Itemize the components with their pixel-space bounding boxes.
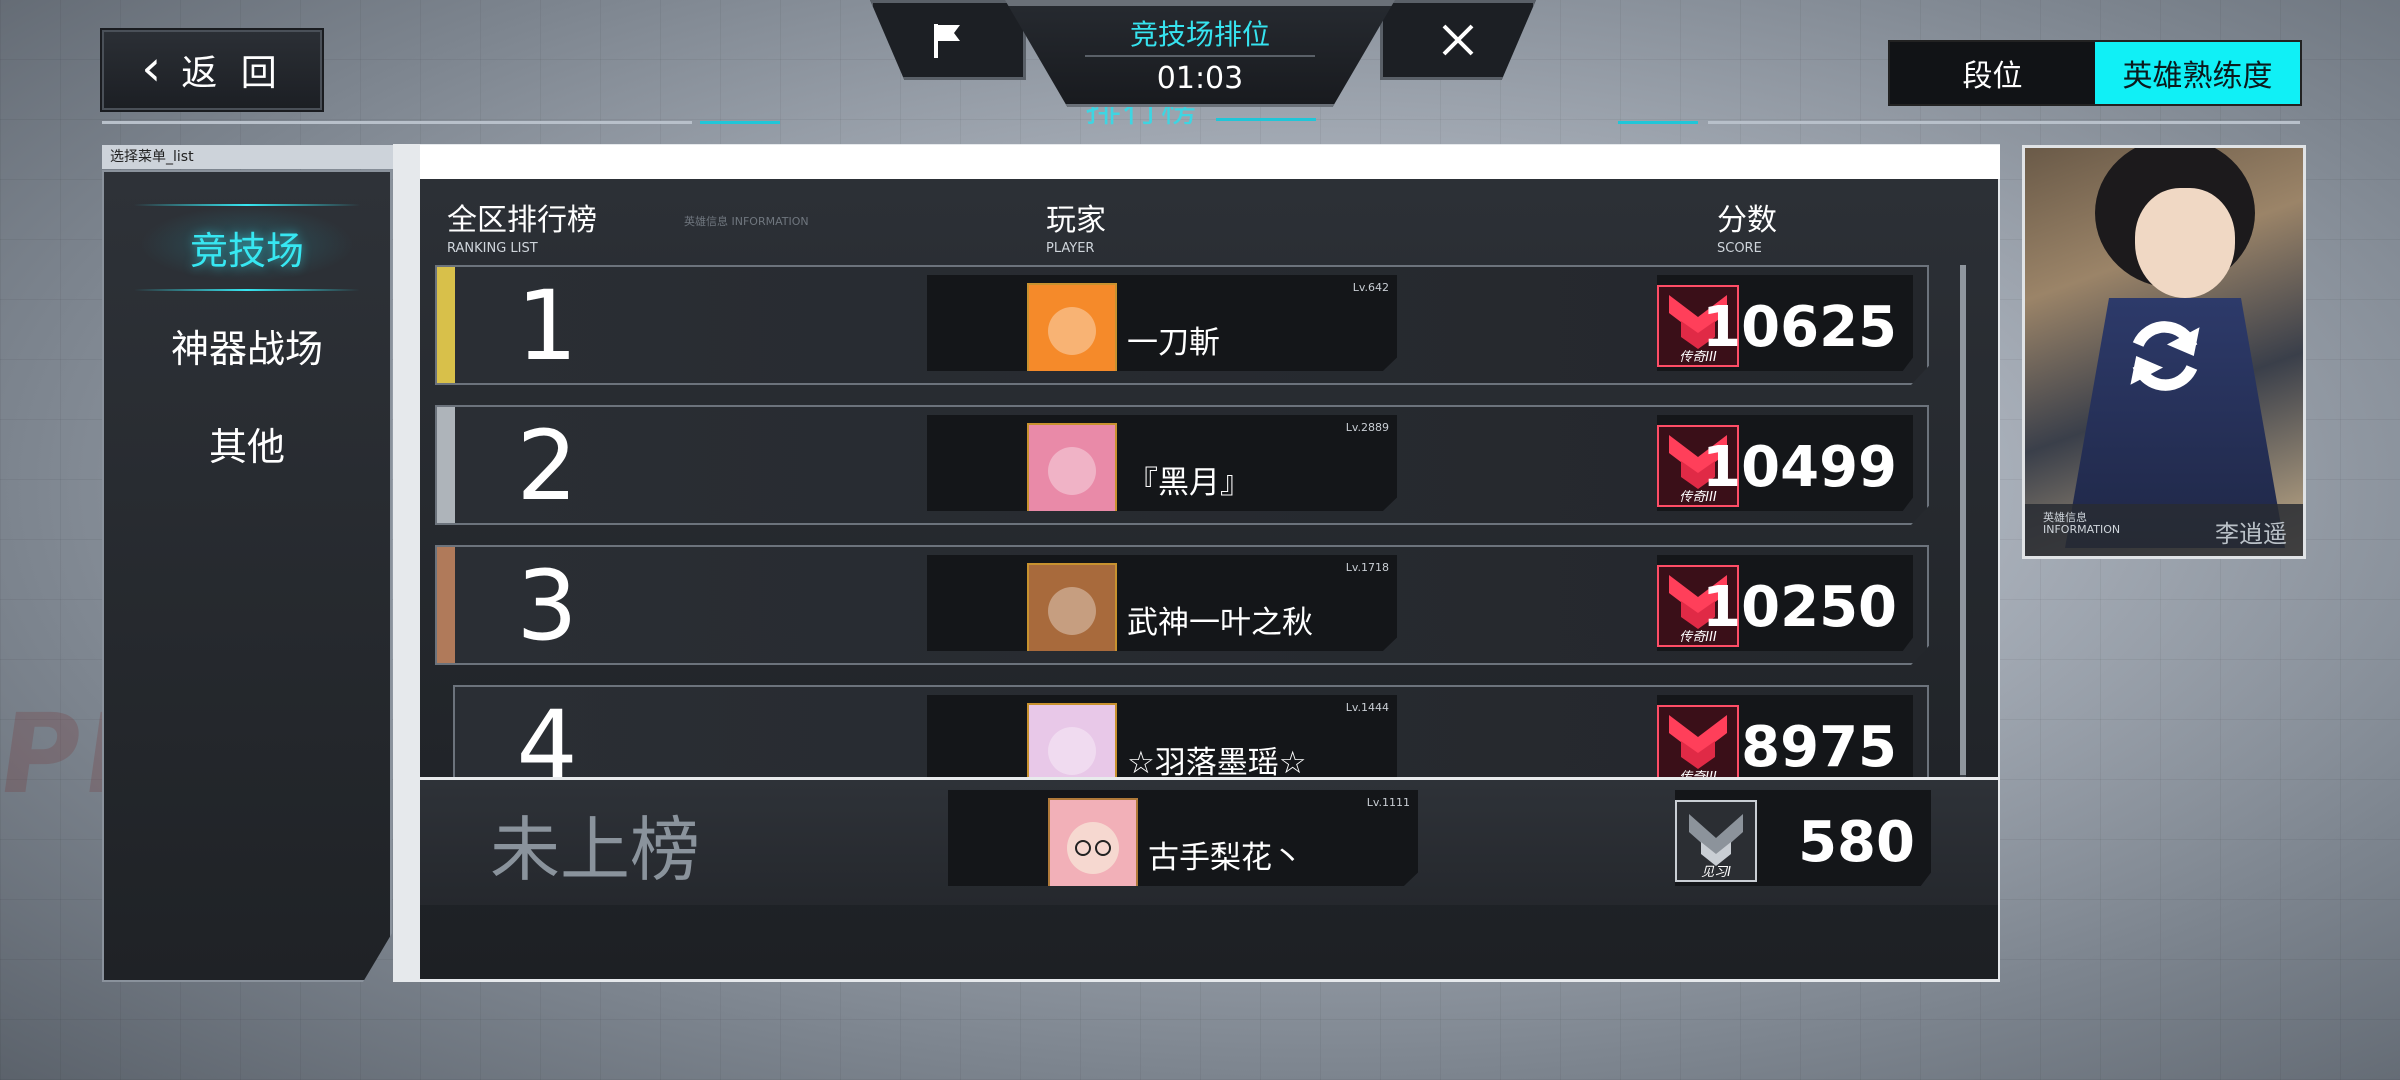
divider-right: [1708, 121, 2300, 124]
score-card: 传奇III 10250: [1657, 555, 1913, 651]
scrollbar-thumb[interactable]: [1960, 265, 1966, 775]
player-card[interactable]: 一刀斬 Lv.642: [927, 275, 1397, 371]
rank-number: 2: [516, 410, 578, 522]
unranked-label: 未上榜: [490, 809, 700, 891]
hero-footer: 英雄信息 INFORMATION 李逍遥: [2025, 504, 2303, 556]
score-value: 10250: [1702, 575, 1897, 640]
timer-divider: [1085, 55, 1315, 57]
close-button[interactable]: [1380, 0, 1536, 80]
menu-item-artifact-battlefield[interactable]: 神器战场: [104, 318, 390, 373]
score-card: 传奇III 10625: [1657, 275, 1913, 371]
avatar-image: [1029, 565, 1115, 651]
menu-item-arena[interactable]: 竞技场: [104, 204, 390, 291]
player-level: Lv.1444: [1345, 701, 1389, 714]
player-header-title: 玩家: [1046, 203, 1106, 238]
ranking-header-subtitle: RANKING LIST: [447, 241, 538, 256]
player-header: 玩家 PLAYER: [1046, 195, 1106, 256]
rank-number: 3: [516, 550, 578, 662]
hero-info-label: 英雄信息 INFORMATION: [2043, 511, 2121, 536]
hero-name: 李逍遥: [2215, 520, 2287, 548]
player-name: ☆羽落墨瑶☆: [1127, 745, 1307, 777]
rank-accent-bar: [437, 267, 455, 383]
avatar-image: [1029, 425, 1115, 511]
menu-item-other[interactable]: 其他: [104, 416, 390, 471]
leaderboard-panel: 全区排行榜 RANKING LIST 英雄信息 INFORMATION 玩家 P…: [420, 179, 1998, 979]
score-header: 分数 SCORE: [1717, 195, 1777, 256]
avatar[interactable]: [1048, 798, 1138, 886]
surrender-button[interactable]: [870, 0, 1026, 80]
table-row[interactable]: 1 一刀斬 Lv.642 传奇III 10625: [435, 265, 1929, 385]
refresh-icon[interactable]: [2117, 308, 2213, 404]
table-row[interactable]: 3 武神一叶之秋 Lv.1718 传奇III 10250: [435, 545, 1929, 665]
hero-portrait-face: [2135, 188, 2235, 298]
player-name: 『黑月』: [1127, 465, 1251, 501]
score-value: 8975: [1741, 715, 1897, 777]
ranking-header: 全区排行榜 RANKING LIST: [447, 195, 597, 256]
player-level: Lv.642: [1352, 281, 1389, 294]
ranking-type-toggle: 段位 英雄熟练度: [1888, 40, 2302, 106]
scrollbar[interactable]: [1960, 265, 1966, 777]
my-score-card: 见习I 580: [1675, 790, 1931, 886]
player-header-subtitle: PLAYER: [1046, 241, 1095, 256]
rank-accent-bar: [437, 547, 455, 663]
avatar-image: [1029, 285, 1115, 371]
flag-icon: [934, 24, 960, 58]
ranking-header-title: 全区排行榜: [447, 203, 597, 238]
avatar-image: [1029, 705, 1115, 777]
player-card[interactable]: 武神一叶之秋 Lv.1718: [927, 555, 1397, 651]
player-card[interactable]: 『黑月』 Lv.2889: [927, 415, 1397, 511]
score-value: 10499: [1702, 435, 1897, 500]
rank-number: 1: [516, 270, 578, 382]
leaderboard-list[interactable]: 1 一刀斬 Lv.642 传奇III 10625 2 『黑月』 Lv.2889 传奇III 104…: [435, 265, 1955, 777]
my-player-card[interactable]: 古手梨花丶 Lv.1111: [948, 790, 1418, 886]
match-title: 竞技场排位: [1129, 18, 1270, 51]
my-rank-row[interactable]: 未上榜 古手梨花丶 Lv.1111 见习I 580: [420, 777, 1998, 905]
hero-card[interactable]: 英雄信息 INFORMATION 李逍遥: [2022, 145, 2306, 559]
rank-badge-icon: 传奇III: [1657, 705, 1739, 777]
badge-tier: 传奇III: [1659, 766, 1737, 777]
rank-accent-bar: [437, 407, 455, 523]
player-level: Lv.1718: [1345, 561, 1389, 574]
category-menu: 竞技场 神器战场 其他: [102, 170, 392, 982]
tab-hero-proficiency[interactable]: 英雄熟练度: [2095, 42, 2300, 104]
match-timer: 01:03: [1156, 61, 1244, 96]
score-card: 传奇III 8975: [1657, 695, 1913, 777]
avatar[interactable]: [1027, 283, 1117, 371]
back-button-label: 返 回: [181, 53, 283, 94]
info-tag: 英雄信息 INFORMATION: [684, 215, 809, 228]
score-header-title: 分数: [1717, 203, 1777, 238]
score-value: 10625: [1702, 295, 1897, 360]
match-timer-panel: 竞技场排位 01:03: [1005, 0, 1395, 107]
avatar[interactable]: [1027, 703, 1117, 777]
player-level: Lv.1111: [1366, 796, 1410, 809]
player-name: 武神一叶之秋: [1127, 605, 1313, 641]
rank-badge-icon: 见习I: [1675, 800, 1757, 882]
rank-number: 4: [516, 690, 578, 777]
divider-accent: [1216, 118, 1316, 121]
divider-left: [102, 121, 692, 124]
close-icon: [1442, 24, 1474, 56]
avatar[interactable]: [1027, 423, 1117, 511]
avatar-image: [1050, 800, 1136, 886]
score-header-subtitle: SCORE: [1717, 241, 1762, 256]
score-card: 传奇III 10499: [1657, 415, 1913, 511]
player-name: 古手梨花丶: [1148, 840, 1303, 876]
back-button[interactable]: ‹ 返 回: [102, 30, 322, 110]
player-name: 一刀斬: [1127, 325, 1220, 361]
table-row[interactable]: 2 『黑月』 Lv.2889 传奇III 10499: [435, 405, 1929, 525]
chevron-left-icon: ‹: [141, 39, 168, 97]
player-level: Lv.2889: [1345, 421, 1389, 434]
menu-caption: 选择菜单_list: [102, 145, 396, 169]
divider-accent: [1618, 121, 1698, 124]
score-value: 580: [1798, 810, 1915, 875]
badge-tier: 见习I: [1701, 865, 1731, 880]
avatar[interactable]: [1027, 563, 1117, 651]
player-card[interactable]: ☆羽落墨瑶☆ Lv.1444: [927, 695, 1397, 777]
table-row[interactable]: 4 ☆羽落墨瑶☆ Lv.1444 传奇III 8975: [453, 685, 1929, 777]
leaderboard-topbar: [420, 145, 2000, 179]
tab-tier[interactable]: 段位: [1890, 42, 2095, 104]
divider-accent: [700, 121, 780, 124]
